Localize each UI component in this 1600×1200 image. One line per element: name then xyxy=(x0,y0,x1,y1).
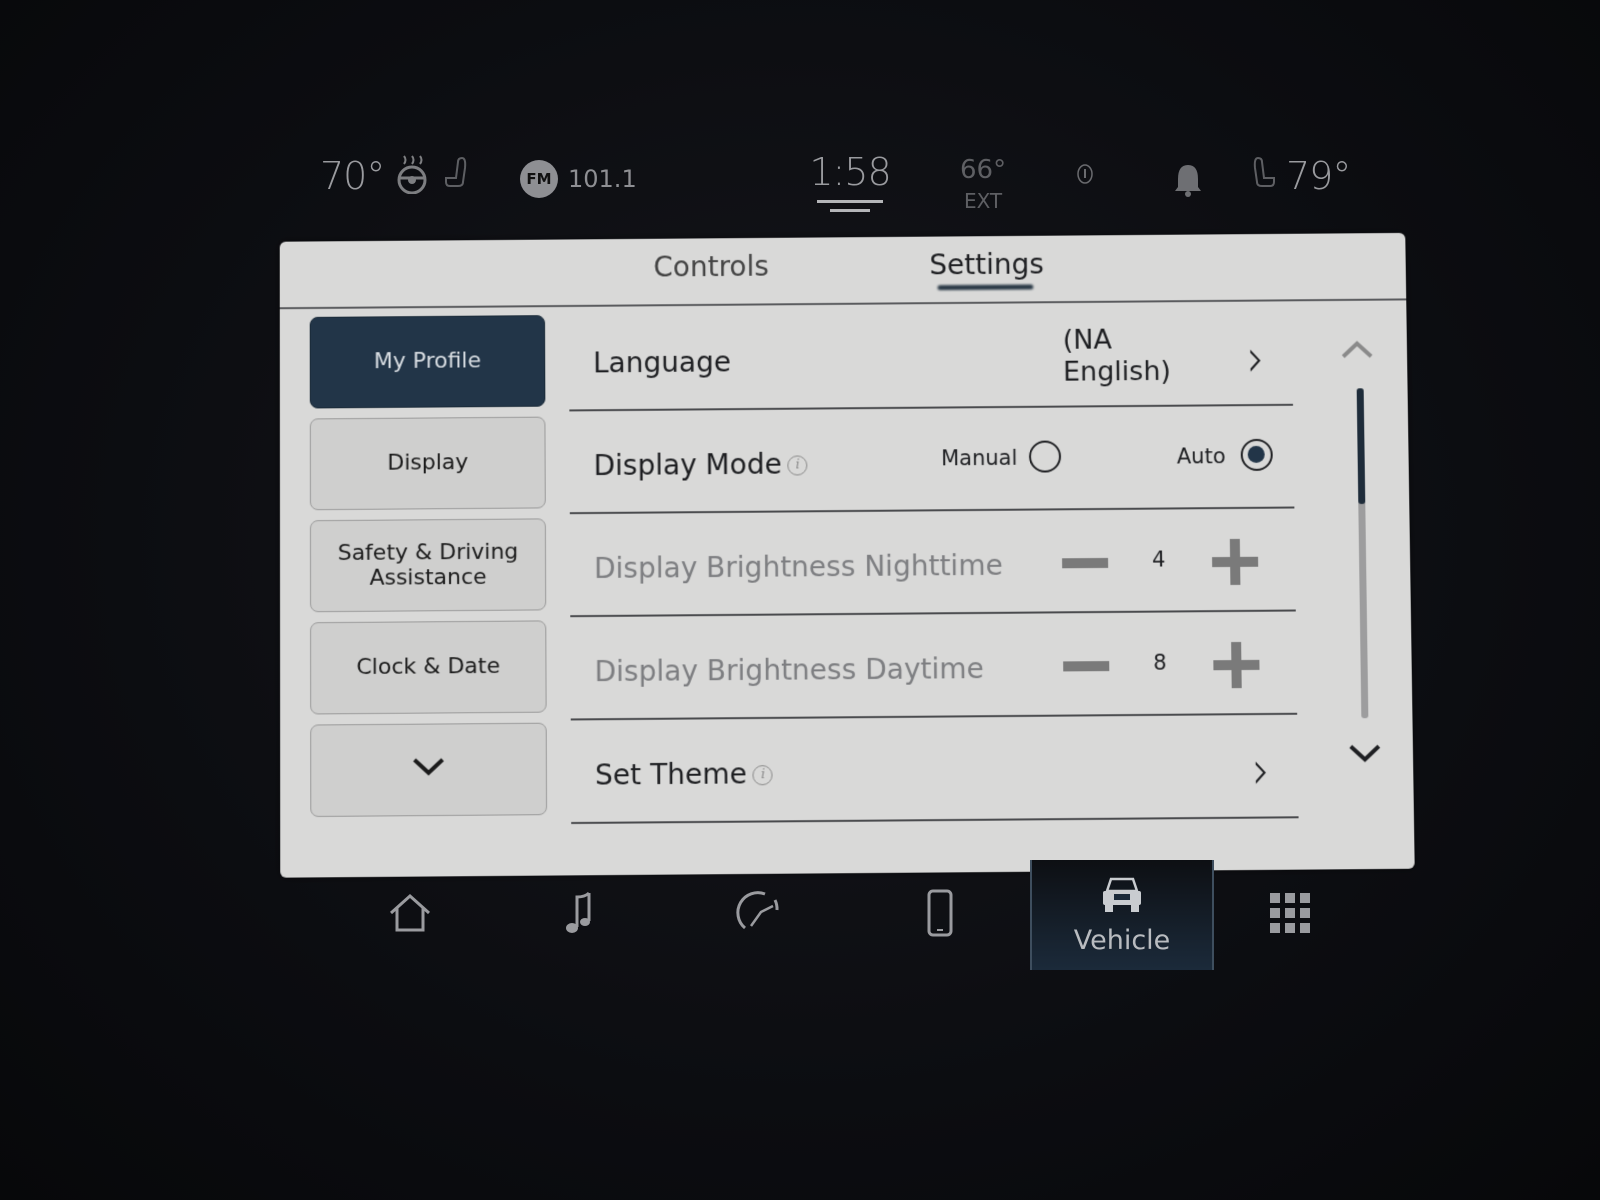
display-mode-row: Display Mode i Manual Auto xyxy=(569,405,1295,515)
nav-navigation[interactable] xyxy=(670,860,850,970)
nav-phone[interactable] xyxy=(850,860,1030,970)
phone-icon xyxy=(927,889,953,941)
language-value: (NA English) xyxy=(1063,324,1171,389)
info-icon[interactable]: i xyxy=(787,455,808,476)
auto-option-label: Auto xyxy=(1176,444,1226,469)
settings-list: Language (NA English) › Display Mode i Ma… xyxy=(568,303,1299,825)
sidebar-item-clock-date[interactable]: Clock & Date xyxy=(310,620,547,715)
set-theme-text: Set Theme xyxy=(594,757,748,792)
info-alert-icon[interactable] xyxy=(1075,162,1095,186)
tab-settings[interactable]: Settings xyxy=(929,248,1044,282)
settings-panel: Controls Settings My Profile Display Saf… xyxy=(279,232,1415,878)
scroll-up-icon[interactable] xyxy=(1339,328,1375,368)
sidebar-item-my-profile[interactable]: My Profile xyxy=(309,315,546,409)
language-value-line1: (NA xyxy=(1062,324,1112,356)
notification-bell-icon[interactable] xyxy=(1172,162,1204,198)
clock[interactable]: 1:58 xyxy=(809,150,892,212)
auto-radio[interactable] xyxy=(1240,438,1273,471)
music-note-icon xyxy=(563,891,597,939)
heated-steering-wheel-icon[interactable] xyxy=(394,154,430,198)
nav-media[interactable] xyxy=(490,860,670,970)
scrollbar-thumb[interactable] xyxy=(1356,388,1366,504)
brightness-nighttime-value: 4 xyxy=(1151,547,1166,572)
language-label: Language xyxy=(593,345,732,380)
passenger-temp: 79° xyxy=(1286,154,1351,198)
nav-vehicle[interactable]: Vehicle xyxy=(1030,860,1214,970)
home-icon xyxy=(387,893,433,937)
settings-sidebar: My Profile Display Safety & Driving Assi… xyxy=(309,315,548,827)
sidebar-item-safety-driving-assistance[interactable]: Safety & Driving Assistance xyxy=(309,518,547,613)
brightness-daytime-increase[interactable] xyxy=(1213,642,1260,688)
ext-temp-value: 66° xyxy=(960,155,1007,185)
nav-apps[interactable] xyxy=(1200,860,1380,970)
fm-badge: FM xyxy=(520,160,558,198)
display-mode-label: Display Mode i xyxy=(593,447,808,483)
clock-underline xyxy=(817,200,883,212)
set-theme-label: Set Theme i xyxy=(594,757,774,792)
bottom-nav: Vehicle xyxy=(320,860,1360,970)
brightness-daytime-decrease[interactable] xyxy=(1063,661,1110,672)
tab-controls[interactable]: Controls xyxy=(653,250,769,284)
display-mode-text: Display Mode xyxy=(593,447,782,483)
passenger-climate[interactable]: 79° xyxy=(1250,154,1351,198)
brightness-daytime-label: Display Brightness Daytime xyxy=(594,652,984,689)
apps-grid-icon xyxy=(1268,891,1312,939)
chevron-right-icon[interactable]: › xyxy=(1252,740,1270,802)
driver-climate[interactable]: 70° xyxy=(320,154,472,198)
nav-vehicle-label: Vehicle xyxy=(1073,924,1171,956)
exterior-temp: 66° EXT xyxy=(960,154,1006,214)
brightness-daytime-value: 8 xyxy=(1153,650,1167,675)
brightness-nighttime-increase[interactable] xyxy=(1212,539,1259,585)
radio-source[interactable]: FM 101.1 xyxy=(520,160,637,198)
language-row[interactable]: Language (NA English) › xyxy=(568,303,1294,412)
sidebar-item-display[interactable]: Display xyxy=(309,416,546,511)
manual-option-label: Manual xyxy=(941,445,1018,471)
tab-bar: Controls Settings xyxy=(279,232,1407,310)
language-value-line2: English) xyxy=(1062,356,1172,389)
status-bar: 70° FM 101.1 1:58 66° EXT 79° xyxy=(320,150,1380,230)
scroll-down-icon[interactable] xyxy=(1347,732,1384,772)
heated-seat-icon[interactable] xyxy=(442,154,472,198)
set-theme-row[interactable]: Set Theme i › xyxy=(570,714,1299,825)
manual-radio[interactable] xyxy=(1028,440,1062,473)
chevron-right-icon[interactable]: › xyxy=(1246,328,1264,389)
brightness-daytime-row: Display Brightness Daytime 8 xyxy=(570,611,1298,721)
brightness-nighttime-row: Display Brightness Nighttime 4 xyxy=(569,508,1296,618)
driver-temp: 70° xyxy=(320,154,385,198)
ext-label: EXT xyxy=(963,188,1003,213)
clock-time: 1:58 xyxy=(809,150,891,194)
brightness-nighttime-decrease[interactable] xyxy=(1062,557,1109,569)
info-icon[interactable]: i xyxy=(752,765,774,786)
navigation-compass-icon xyxy=(735,888,785,942)
sidebar-more-button[interactable] xyxy=(310,722,548,818)
truck-icon xyxy=(1097,875,1147,919)
radio-frequency: 101.1 xyxy=(568,165,637,193)
brightness-nighttime-label: Display Brightness Nighttime xyxy=(593,548,1003,585)
nav-home[interactable] xyxy=(320,860,500,970)
active-tab-indicator xyxy=(937,284,1034,291)
scrollbar-track[interactable] xyxy=(1356,388,1369,719)
chevron-down-icon xyxy=(410,755,446,784)
passenger-seat-icon[interactable] xyxy=(1250,154,1280,198)
